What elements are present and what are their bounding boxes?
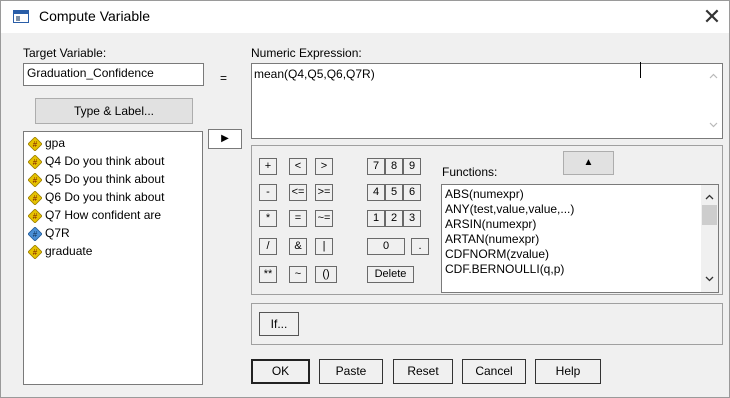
key-greater-equal[interactable]: >= bbox=[315, 184, 333, 201]
key-greater-than[interactable]: > bbox=[315, 158, 333, 175]
scale-variable-icon: # bbox=[28, 136, 42, 151]
list-item[interactable]: CDFNORM(zvalue) bbox=[445, 247, 549, 262]
svg-text:#: # bbox=[33, 212, 38, 221]
scale-variable-icon: # bbox=[28, 244, 42, 259]
key-power[interactable]: ** bbox=[259, 266, 277, 283]
text-cursor bbox=[640, 62, 641, 78]
paste-button[interactable]: Paste bbox=[319, 359, 383, 384]
key-equals[interactable]: = bbox=[289, 210, 307, 227]
reset-button[interactable]: Reset bbox=[393, 359, 453, 384]
key-multiply[interactable]: * bbox=[259, 210, 277, 227]
svg-text:#: # bbox=[33, 140, 38, 149]
cancel-button[interactable]: Cancel bbox=[462, 359, 526, 384]
key-3[interactable]: 3 bbox=[403, 210, 421, 227]
if-button[interactable]: If... bbox=[259, 312, 299, 336]
scale-variable-icon: # bbox=[28, 154, 42, 169]
compute-variable-dialog: Compute Variable ✕ Target Variable: Grad… bbox=[0, 0, 730, 398]
svg-text:#: # bbox=[33, 230, 38, 239]
target-variable-input[interactable]: Graduation_Confidence bbox=[23, 63, 204, 86]
numeric-expression-value: mean(Q4,Q5,Q6,Q7R) bbox=[254, 67, 375, 81]
key-or[interactable]: | bbox=[315, 238, 333, 255]
list-item[interactable]: # Q6 Do you think about bbox=[26, 188, 201, 206]
list-item[interactable]: # Q4 Do you think about bbox=[26, 152, 201, 170]
ok-button[interactable]: OK bbox=[251, 359, 310, 384]
list-item[interactable]: ARSIN(numexpr) bbox=[445, 217, 536, 232]
list-item[interactable]: CDF.BERNOULLI(q,p) bbox=[445, 262, 564, 277]
list-item[interactable]: ANY(test,value,value,...) bbox=[445, 202, 574, 217]
key-6[interactable]: 6 bbox=[403, 184, 421, 201]
title-bar: Compute Variable ✕ bbox=[1, 1, 729, 33]
numeric-expression-label: Numeric Expression: bbox=[251, 46, 362, 60]
svg-text:#: # bbox=[33, 248, 38, 257]
type-label-button[interactable]: Type & Label... bbox=[35, 98, 193, 124]
target-variable-value: Graduation_Confidence bbox=[27, 66, 154, 80]
functions-up-button[interactable]: ▲ bbox=[563, 151, 614, 175]
equals-sign: = bbox=[220, 71, 228, 85]
key-less-equal[interactable]: <= bbox=[289, 184, 307, 201]
functions-label: Functions: bbox=[442, 165, 498, 179]
svg-text:#: # bbox=[33, 176, 38, 185]
key-5[interactable]: 5 bbox=[385, 184, 403, 201]
close-button[interactable]: ✕ bbox=[695, 3, 729, 31]
key-4[interactable]: 4 bbox=[367, 184, 385, 201]
scale-variable-icon-selected: # bbox=[28, 226, 42, 241]
key-decimal[interactable]: . bbox=[411, 238, 429, 255]
scale-variable-icon: # bbox=[28, 172, 42, 187]
scale-variable-icon: # bbox=[28, 190, 42, 205]
key-minus[interactable]: - bbox=[259, 184, 277, 201]
list-item[interactable]: # gpa bbox=[26, 134, 201, 152]
target-variable-label: Target Variable: bbox=[23, 46, 107, 60]
key-7[interactable]: 7 bbox=[367, 158, 385, 175]
functions-scrollbar[interactable] bbox=[701, 185, 718, 292]
list-item[interactable]: ARTAN(numexpr) bbox=[445, 232, 539, 247]
help-button[interactable]: Help bbox=[535, 359, 601, 384]
key-divide[interactable]: / bbox=[259, 238, 277, 255]
key-0[interactable]: 0 bbox=[367, 238, 405, 255]
window-icon bbox=[13, 10, 29, 23]
expression-scrollbar[interactable] bbox=[705, 64, 722, 138]
key-plus[interactable]: + bbox=[259, 158, 277, 175]
close-icon[interactable]: ✕ bbox=[703, 4, 721, 29]
key-and[interactable]: & bbox=[289, 238, 307, 255]
window-title: Compute Variable bbox=[39, 8, 151, 24]
key-8[interactable]: 8 bbox=[385, 158, 403, 175]
key-not-equal[interactable]: ~= bbox=[315, 210, 333, 227]
move-variable-button[interactable]: ▶ bbox=[208, 129, 242, 149]
numeric-expression-input[interactable]: mean(Q4,Q5,Q6,Q7R) bbox=[251, 62, 723, 139]
if-panel bbox=[251, 303, 723, 345]
svg-text:#: # bbox=[33, 158, 38, 167]
scale-variable-icon: # bbox=[28, 208, 42, 223]
scroll-arrows-icon bbox=[702, 194, 717, 282]
key-9[interactable]: 9 bbox=[403, 158, 421, 175]
list-item[interactable]: # graduate bbox=[26, 242, 201, 260]
key-less-than[interactable]: < bbox=[289, 158, 307, 175]
svg-text:#: # bbox=[33, 194, 38, 203]
key-2[interactable]: 2 bbox=[385, 210, 403, 227]
functions-list[interactable]: ABS(numexpr) ANY(test,value,value,...) A… bbox=[441, 184, 719, 293]
list-item[interactable]: # Q7R bbox=[26, 224, 201, 242]
up-arrow-icon: ▲ bbox=[583, 157, 594, 168]
list-item[interactable]: # Q5 Do you think about bbox=[26, 170, 201, 188]
key-1[interactable]: 1 bbox=[367, 210, 385, 227]
variable-list[interactable]: # gpa # Q4 Do you think about # Q5 Do you t… bbox=[23, 131, 203, 385]
right-arrow-icon: ▶ bbox=[221, 133, 229, 144]
scroll-arrows-icon bbox=[709, 73, 718, 128]
list-item[interactable]: # Q7 How confident are bbox=[26, 206, 201, 224]
key-not[interactable]: ~ bbox=[289, 266, 307, 283]
list-item[interactable]: ABS(numexpr) bbox=[445, 187, 524, 202]
key-parentheses[interactable]: () bbox=[315, 266, 337, 283]
delete-button[interactable]: Delete bbox=[367, 266, 414, 283]
